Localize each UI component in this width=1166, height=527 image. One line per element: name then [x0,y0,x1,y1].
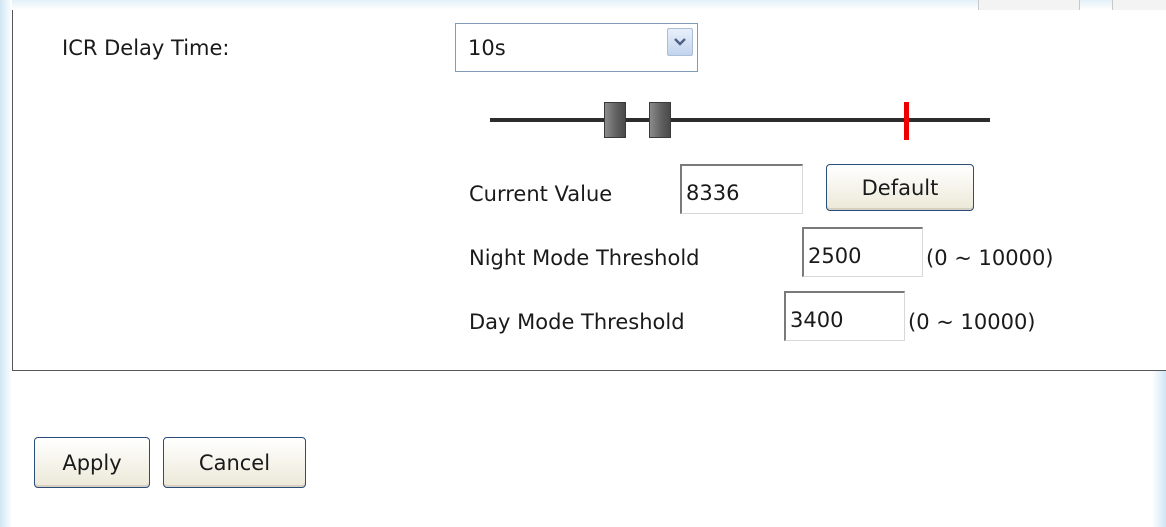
night-threshold-label: Night Mode Threshold [469,246,700,270]
current-value-marker [904,102,910,140]
day-threshold-range: (0 ~ 10000) [908,310,1036,334]
cancel-button[interactable]: Cancel [163,437,306,488]
night-threshold-input[interactable] [802,227,923,277]
day-threshold-input[interactable] [784,291,905,341]
default-button[interactable]: Default [826,164,974,211]
current-value-field[interactable] [680,164,803,214]
slider-track[interactable] [490,118,990,122]
icr-delay-label: ICR Delay Time: [62,36,230,60]
left-edge-decoration [0,0,12,527]
night-threshold-handle[interactable] [604,102,626,138]
apply-button[interactable]: Apply [34,437,150,488]
current-value-label: Current Value [469,182,613,206]
day-threshold-label: Day Mode Threshold [469,310,685,334]
icr-delay-selected-value: 10s [468,36,506,60]
threshold-slider[interactable] [490,98,990,142]
chevron-down-icon[interactable] [667,28,693,56]
night-threshold-range: (0 ~ 10000) [926,246,1054,270]
icr-delay-select[interactable]: 10s [455,23,698,72]
day-threshold-handle[interactable] [649,102,671,138]
